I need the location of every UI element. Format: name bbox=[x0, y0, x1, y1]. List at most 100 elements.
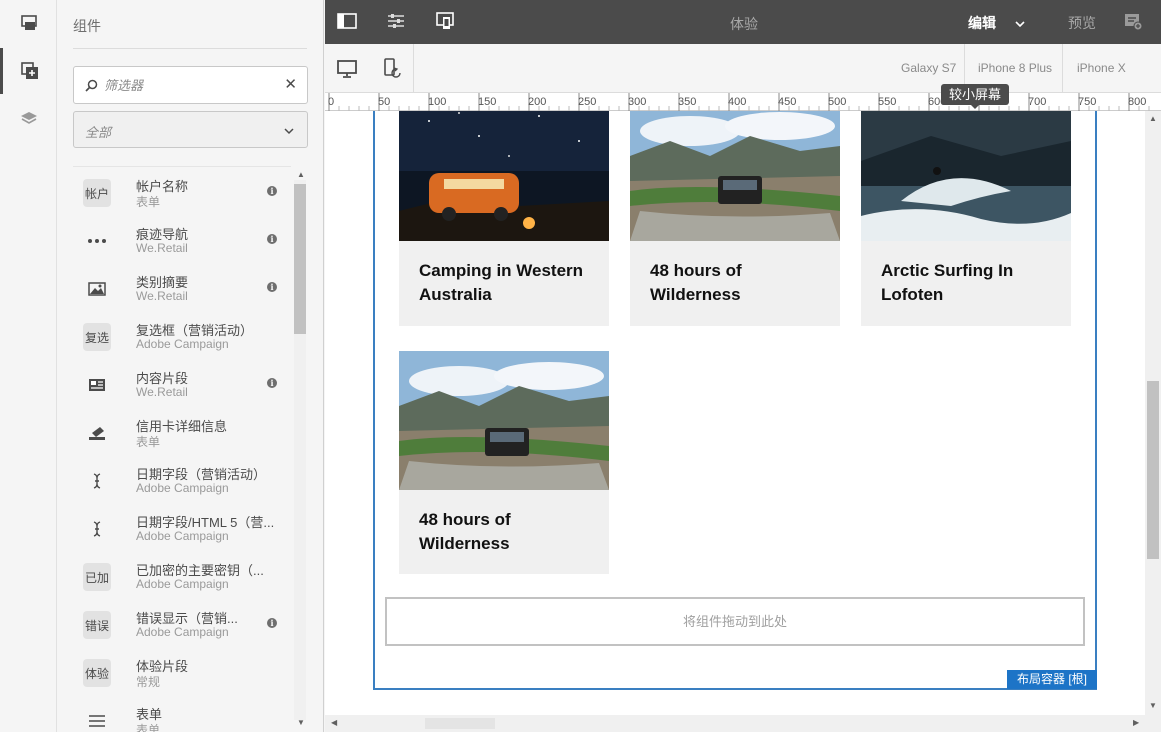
info-icon[interactable]: i bbox=[267, 186, 277, 196]
item-group: 表单 bbox=[136, 435, 161, 449]
scroll-down-icon[interactable]: ▼ bbox=[1149, 701, 1157, 710]
canvas-horizontal-scrollbar[interactable]: ◀ ▶ bbox=[325, 715, 1161, 732]
item-abbrev-icon: 已加 bbox=[83, 563, 111, 591]
scroll-thumb[interactable] bbox=[425, 718, 495, 729]
page-canvas[interactable]: Camping in Western Australia 48 hours of… bbox=[325, 111, 1145, 715]
item-abbrev-icon: 体验 bbox=[83, 659, 111, 687]
preview-button[interactable]: 预览 bbox=[1068, 13, 1096, 33]
filter-field[interactable]: ✕ bbox=[73, 66, 308, 104]
list-item[interactable]: 日期字段（营销活动） Adobe Campaign bbox=[73, 455, 291, 503]
list-item[interactable]: 表单 表单 bbox=[73, 695, 291, 732]
chevron-down-icon[interactable] bbox=[1015, 16, 1025, 34]
component-list: 帐户 帐户名称 表单 i 痕迹导航 We.Retail i 类别摘要 We.Re… bbox=[73, 166, 291, 732]
item-group: Adobe Campaign bbox=[136, 337, 229, 351]
canvas-vertical-scrollbar[interactable]: ▲ ▼ bbox=[1145, 111, 1161, 715]
list-item[interactable]: 信用卡详细信息 表单 bbox=[73, 407, 291, 455]
left-rail bbox=[0, 0, 57, 732]
filter-input[interactable] bbox=[104, 67, 274, 103]
ruler-label: 400 bbox=[728, 96, 747, 108]
ruler-label: 300 bbox=[628, 96, 647, 108]
info-icon[interactable]: i bbox=[267, 378, 277, 388]
editor-toolbar: 体验 编辑 预览 bbox=[325, 0, 1161, 44]
text-cursor-icon bbox=[83, 467, 111, 495]
lines-icon bbox=[83, 707, 111, 732]
edit-mode-button[interactable]: 编辑 bbox=[968, 13, 996, 33]
rotate-device-icon[interactable] bbox=[383, 57, 403, 84]
list-item[interactable]: 已加 已加密的主要密钥（... Adobe Campaign bbox=[73, 551, 291, 599]
info-icon[interactable]: i bbox=[267, 618, 277, 628]
scroll-thumb[interactable] bbox=[294, 184, 306, 334]
teaser-card[interactable]: 48 hours of Wilderness bbox=[399, 351, 609, 574]
scroll-thumb[interactable] bbox=[1147, 381, 1159, 559]
scroll-up-icon[interactable]: ▲ bbox=[1149, 114, 1157, 123]
ruler-label: 200 bbox=[528, 96, 547, 108]
divider bbox=[1062, 44, 1063, 93]
dots-icon bbox=[83, 227, 111, 255]
item-group: Adobe Campaign bbox=[136, 529, 229, 543]
emulator-icon[interactable] bbox=[435, 11, 455, 36]
item-abbrev-icon: 复选 bbox=[83, 323, 111, 351]
sidebar-scrollbar[interactable]: ▲ ▼ bbox=[294, 168, 306, 732]
card-image bbox=[399, 111, 609, 241]
annotate-icon[interactable] bbox=[1123, 11, 1143, 36]
list-item[interactable]: 内容片段 We.Retail i bbox=[73, 359, 291, 407]
side-panel-toggle-icon[interactable] bbox=[337, 11, 357, 36]
ruler-label: 150 bbox=[478, 96, 497, 108]
device-iphone-x[interactable]: iPhone X bbox=[1077, 61, 1126, 75]
info-icon[interactable]: i bbox=[267, 282, 277, 292]
properties-icon[interactable] bbox=[386, 11, 406, 36]
group-select[interactable]: 全部 bbox=[73, 111, 308, 148]
ruler[interactable]: 0 50 100 150 200 250 300 350 400 450 500… bbox=[325, 93, 1161, 111]
search-icon bbox=[85, 79, 98, 97]
list-item[interactable]: 帐户 帐户名称 表单 i bbox=[73, 167, 291, 215]
item-group: We.Retail bbox=[136, 241, 188, 255]
info-icon[interactable]: i bbox=[267, 234, 277, 244]
divider bbox=[73, 48, 307, 49]
page-panel-icon[interactable] bbox=[0, 0, 57, 46]
list-item[interactable]: 体验 体验片段 常规 bbox=[73, 647, 291, 695]
list-item[interactable]: 日期字段/HTML 5（营... Adobe Campaign bbox=[73, 503, 291, 551]
list-item[interactable]: 复选 复选框（营销活动） Adobe Campaign bbox=[73, 311, 291, 359]
teaser-card[interactable]: Arctic Surfing In Lofoten bbox=[861, 111, 1071, 326]
item-abbrev-icon: 错误 bbox=[83, 611, 111, 639]
components-icon[interactable] bbox=[0, 48, 57, 94]
item-group: We.Retail bbox=[136, 289, 188, 303]
emulator-bar: Galaxy S7 iPhone 8 Plus iPhone X bbox=[325, 44, 1161, 93]
close-icon[interactable]: ✕ bbox=[284, 77, 297, 93]
card-title[interactable]: Camping in Western Australia bbox=[399, 241, 609, 307]
ruler-label: 250 bbox=[578, 96, 597, 108]
scroll-right-icon[interactable]: ▶ bbox=[1133, 718, 1139, 727]
device-iphone-8-plus[interactable]: iPhone 8 Plus bbox=[978, 61, 1052, 75]
card-title[interactable]: 48 hours of Wilderness bbox=[630, 241, 840, 307]
item-abbrev-icon: 帐户 bbox=[83, 179, 111, 207]
ruler-label: 700 bbox=[1028, 96, 1047, 108]
ruler-label: 0 bbox=[328, 96, 335, 108]
card-image bbox=[630, 111, 840, 241]
device-galaxy-s7[interactable]: Galaxy S7 bbox=[901, 61, 956, 75]
drop-zone[interactable]: 将组件拖动到此处 bbox=[385, 597, 1085, 646]
card-image bbox=[861, 111, 1071, 241]
list-item[interactable]: 错误 错误显示（营销... Adobe Campaign i bbox=[73, 599, 291, 647]
card-image bbox=[399, 351, 609, 490]
scroll-down-icon[interactable]: ▼ bbox=[297, 718, 305, 727]
tooltip-pointer bbox=[970, 104, 980, 109]
desktop-icon[interactable] bbox=[337, 59, 357, 84]
image-icon bbox=[83, 275, 111, 303]
item-group: Adobe Campaign bbox=[136, 625, 229, 639]
teaser-card[interactable]: Camping in Western Australia bbox=[399, 111, 609, 326]
scroll-left-icon[interactable]: ◀ bbox=[331, 718, 337, 727]
ruler-label: 550 bbox=[878, 96, 897, 108]
card-title[interactable]: Arctic Surfing In Lofoten bbox=[861, 241, 1071, 307]
layers-icon[interactable] bbox=[0, 96, 57, 142]
list-item[interactable]: 类别摘要 We.Retail i bbox=[73, 263, 291, 311]
container-label[interactable]: 布局容器 [根] bbox=[1007, 670, 1097, 689]
card-title[interactable]: 48 hours of Wilderness bbox=[399, 490, 609, 556]
ruler-label: 500 bbox=[828, 96, 847, 108]
list-item[interactable]: 痕迹导航 We.Retail i bbox=[73, 215, 291, 263]
item-group: 表单 bbox=[136, 195, 161, 209]
ruler-label: 100 bbox=[428, 96, 447, 108]
scroll-up-icon[interactable]: ▲ bbox=[297, 170, 305, 179]
card-stack-icon bbox=[83, 419, 111, 447]
item-group: 常规 bbox=[136, 675, 161, 689]
teaser-card[interactable]: 48 hours of Wilderness bbox=[630, 111, 840, 326]
